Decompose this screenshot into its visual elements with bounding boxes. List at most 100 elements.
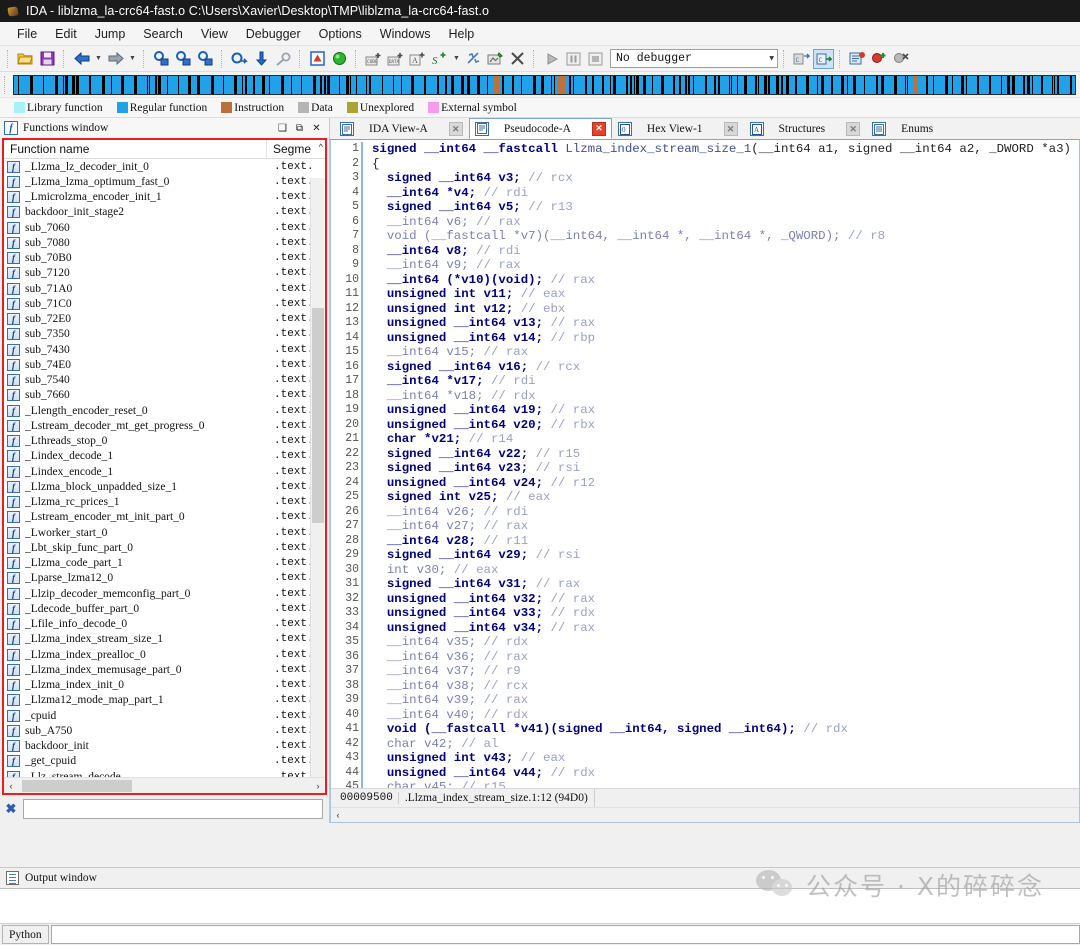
pseudocode-line[interactable]: 10 __int64 (*v10)(void); // rax — [331, 273, 1079, 288]
tab-structures[interactable]: A Structures ✕ — [744, 118, 867, 139]
menu-item-edit[interactable]: Edit — [46, 25, 86, 43]
pseudocode-line[interactable]: 20 unsigned __int64 v20; // rbx — [331, 418, 1079, 433]
back-dropdown-icon[interactable]: ▼ — [93, 49, 104, 69]
pseudocode-line[interactable]: 41 void (__fastcall *v41)(signed __int64… — [331, 722, 1079, 737]
pseudocode-line[interactable]: 22 signed __int64 v22; // r15 — [331, 447, 1079, 462]
pseudocode-line[interactable]: 12 unsigned int v12; // ebx — [331, 302, 1079, 317]
restore-button[interactable]: ❑ — [274, 120, 291, 136]
mark-position-icon[interactable] — [307, 49, 328, 69]
pseudocode-line[interactable]: 4 __int64 *v4; // rdi — [331, 186, 1079, 201]
functions-table-body[interactable]: f_Llzma_lz_decoder_init_0.text.f_Llzma_l… — [4, 159, 325, 777]
function-list-row[interactable]: f_Lmicrolzma_encoder_init_1.text.m — [4, 190, 325, 205]
function-list-row[interactable]: fsub_7080.text.p — [4, 235, 325, 250]
close-tab-icon[interactable]: ✕ — [449, 122, 463, 136]
function-list-row[interactable]: fsub_7660.text. — [4, 388, 325, 403]
pseudocode-line[interactable]: 34 unsigned __int64 v34; // rax — [331, 621, 1079, 636]
pseudocode-line[interactable]: 2{ — [331, 157, 1079, 172]
function-list-row[interactable]: f_Llz_stream_decode.text. — [4, 769, 325, 777]
jump-to-address-icon[interactable] — [151, 49, 172, 69]
pseudocode-line[interactable]: 27 __int64 v27; // rax — [331, 519, 1079, 534]
function-list-row[interactable]: f_Lthreads_stop_0.text.t — [4, 434, 325, 449]
function-list-row[interactable]: fsub_A750.text._ — [4, 723, 325, 738]
function-list-row[interactable]: fsub_74E0.text. — [4, 357, 325, 372]
function-list-row[interactable]: f_Lworker_start_0.text.w — [4, 525, 325, 540]
close-tab-icon[interactable]: ✕ — [724, 122, 738, 136]
function-list-row[interactable]: fsub_71A0.text.l — [4, 281, 325, 296]
function-list-row[interactable]: f_Llzma_index_memusage_part_0.text. — [4, 662, 325, 677]
scroll-right-icon[interactable]: › — [311, 781, 325, 791]
navigator-band[interactable] — [13, 75, 1076, 95]
function-list-row[interactable]: f_Llzip_decoder_memconfig_part_0.text. — [4, 586, 325, 601]
close-tab-icon[interactable]: ✕ — [846, 122, 860, 136]
chevron-down-icon[interactable]: ▼ — [769, 54, 774, 63]
function-list-row[interactable]: f_Lstream_encoder_mt_init_part_0.text.s — [4, 510, 325, 525]
python-mode-button[interactable]: Python — [2, 925, 49, 944]
pseudocode-line[interactable]: 5 signed __int64 v5; // r13 — [331, 200, 1079, 215]
make-function-dropdown-icon[interactable]: ▼ — [451, 49, 462, 69]
jump-to-number-icon[interactable] — [195, 49, 216, 69]
make-code-icon[interactable]: CODE — [363, 49, 384, 69]
pause-debugger-icon[interactable] — [563, 49, 584, 69]
navigate-forward-icon[interactable] — [105, 49, 126, 69]
jump-to-xref-icon[interactable] — [229, 49, 250, 69]
pseudocode-line[interactable]: 39 __int64 v39; // rax — [331, 693, 1079, 708]
function-list-row[interactable]: f_Llzma_block_unpadded_size_1.text. — [4, 479, 325, 494]
function-list-row[interactable]: fbackdoor_init_stage2.text. — [4, 205, 325, 220]
function-list-row[interactable]: f_Llzma_index_stream_size_1.text. — [4, 632, 325, 647]
function-list-row[interactable]: fsub_7120.text.l — [4, 266, 325, 281]
stop-debugger-icon[interactable] — [585, 49, 606, 69]
maximize-button[interactable]: ⧉ — [291, 120, 308, 136]
function-list-row[interactable]: fsub_72E0.text. — [4, 312, 325, 327]
run-debugger-icon[interactable] — [541, 49, 562, 69]
jump-down-icon[interactable] — [251, 49, 272, 69]
pseudocode-line[interactable]: 19 unsigned __int64 v19; // rax — [331, 403, 1079, 418]
menu-item-debugger[interactable]: Debugger — [237, 25, 310, 43]
column-header-segment[interactable]: Segme ^ — [266, 140, 325, 158]
clear-filter-icon[interactable]: ✖ — [3, 801, 19, 817]
python-command-input[interactable] — [51, 925, 1080, 944]
run-to-cursor-icon[interactable] — [329, 49, 350, 69]
function-list-row[interactable]: f_Llzma_lzma_optimum_fast_0.text. — [4, 174, 325, 189]
menu-item-help[interactable]: Help — [439, 25, 483, 43]
pseudocode-line[interactable]: 18 __int64 *v18; // rdx — [331, 389, 1079, 404]
pseudocode-line[interactable]: 15 __int64 v15; // rax — [331, 345, 1079, 360]
scroll-left-icon[interactable]: ‹ — [4, 781, 18, 791]
enable-breakpoint-icon[interactable] — [869, 49, 890, 69]
output-log[interactable]: 8200: using guessed type __int64 __fastc… — [0, 888, 1080, 923]
add-breakpoint-icon[interactable] — [847, 49, 868, 69]
functions-filter-input[interactable] — [23, 799, 323, 819]
delete-breakpoint-icon[interactable] — [891, 49, 912, 69]
pseudocode-horizontal-scrollbar[interactable]: ‹ — [331, 807, 1079, 822]
function-list-row[interactable]: fbackdoor_init.text._ — [4, 739, 325, 754]
function-list-row[interactable]: f_Lbt_skip_func_part_0.text.b — [4, 540, 325, 555]
function-list-row[interactable]: f_Lindex_encode_1.text.s — [4, 464, 325, 479]
function-list-row[interactable]: fsub_7430.text. — [4, 342, 325, 357]
function-list-row[interactable]: f_Lfile_info_decode_0.text.s — [4, 617, 325, 632]
pseudocode-line[interactable]: 35 __int64 v35; // rdx — [331, 635, 1079, 650]
function-list-row[interactable]: fsub_7060.text.p — [4, 220, 325, 235]
function-list-row[interactable]: f_Llzma_index_init_0.text. — [4, 678, 325, 693]
menu-item-search[interactable]: Search — [134, 25, 192, 43]
scrollbar-track[interactable] — [345, 809, 1079, 822]
pseudocode-line[interactable]: 36 __int64 v36; // rax — [331, 650, 1079, 665]
pseudocode-line[interactable]: 38 __int64 v38; // rcx — [331, 679, 1079, 694]
pseudocode-line[interactable]: 24 unsigned __int64 v24; // r12 — [331, 476, 1079, 491]
scrollbar-track[interactable] — [18, 779, 311, 793]
function-list-row[interactable]: f_Llzma12_mode_map_part_1.text.p — [4, 693, 325, 708]
step-over-icon[interactable]: C — [813, 49, 834, 69]
pseudocode-text[interactable]: 1signed __int64 __fastcall Llzma_index_s… — [331, 140, 1079, 788]
pseudocode-line[interactable]: 44 unsigned __int64 v44; // rdx — [331, 766, 1079, 781]
pseudocode-line[interactable]: 14 unsigned __int64 v14; // rbp — [331, 331, 1079, 346]
pseudocode-line[interactable]: 43 unsigned int v43; // eax — [331, 751, 1079, 766]
jump-to-name-icon[interactable] — [173, 49, 194, 69]
menu-item-options[interactable]: Options — [310, 25, 371, 43]
menu-item-view[interactable]: View — [192, 25, 237, 43]
delete-icon[interactable] — [507, 49, 528, 69]
tab-hex-view-1[interactable]: 0 Hex View-1 ✕ — [612, 118, 744, 139]
column-header-function-name[interactable]: Function name — [4, 140, 266, 158]
pseudocode-line[interactable]: 17 __int64 *v17; // rdi — [331, 374, 1079, 389]
tab-pseudocode-a[interactable]: Pseudocode-A ✕ — [469, 118, 612, 139]
debugger-selector[interactable]: No debugger ▼ — [610, 49, 778, 68]
function-list-row[interactable]: f_Llzma_lz_decoder_init_0.text. — [4, 159, 325, 174]
function-list-row[interactable]: f_cpuid.text._ — [4, 708, 325, 723]
